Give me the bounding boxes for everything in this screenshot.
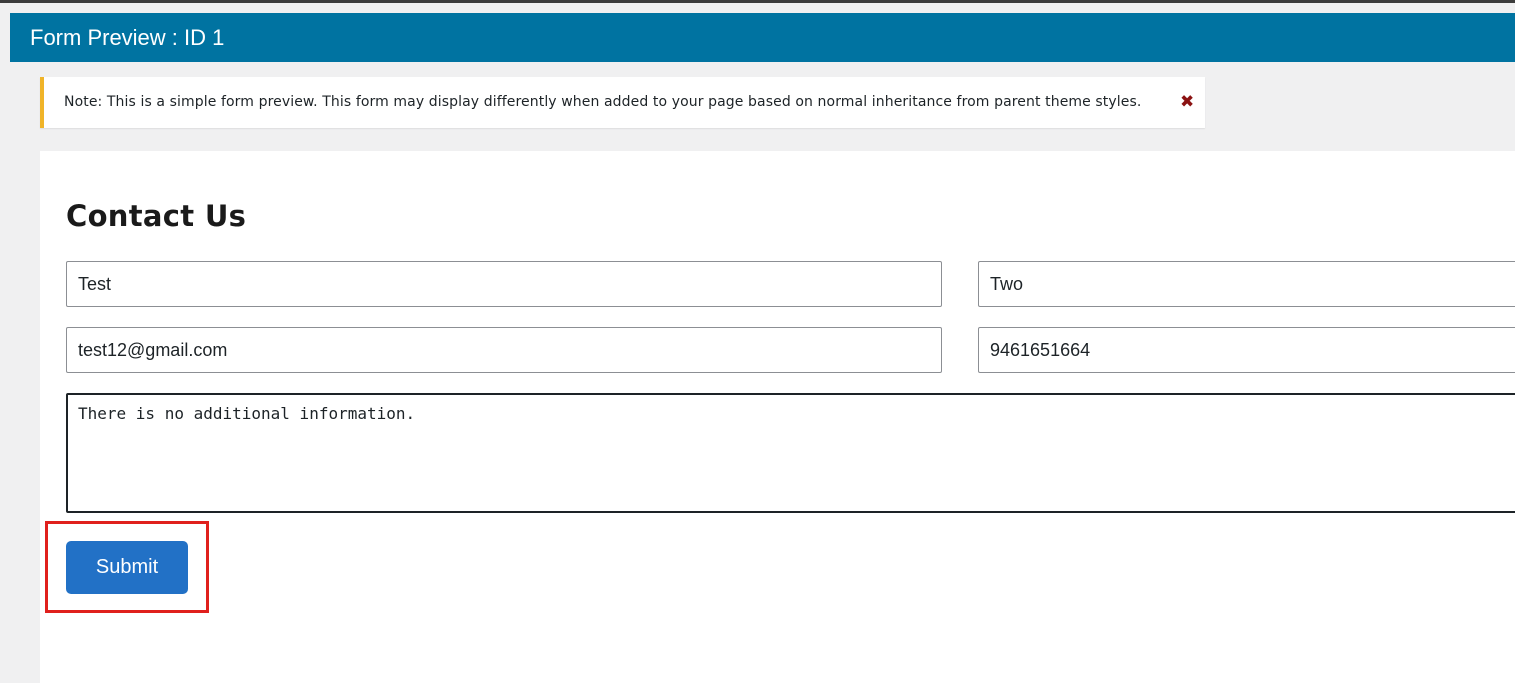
notice-text: Note: This is a simple form preview. Thi… <box>64 94 1142 110</box>
form-heading: Contact Us <box>66 199 247 233</box>
phone-input[interactable] <box>978 327 1515 373</box>
window-title: Form Preview : ID 1 <box>30 25 225 50</box>
preview-notice: Note: This is a simple form preview. Thi… <box>40 77 1205 128</box>
last-name-input[interactable] <box>978 261 1515 307</box>
email-input[interactable] <box>66 327 942 373</box>
close-icon[interactable]: ✖ <box>1180 77 1194 128</box>
message-textarea[interactable]: There is no additional information. <box>66 393 1515 513</box>
form-panel: Contact Us There is no additional inform… <box>40 151 1515 683</box>
form-preview-title-bar: Form Preview : ID 1 <box>10 13 1515 62</box>
window-top-strip <box>0 0 1515 3</box>
submit-button[interactable]: Submit <box>66 541 188 594</box>
first-name-input[interactable] <box>66 261 942 307</box>
